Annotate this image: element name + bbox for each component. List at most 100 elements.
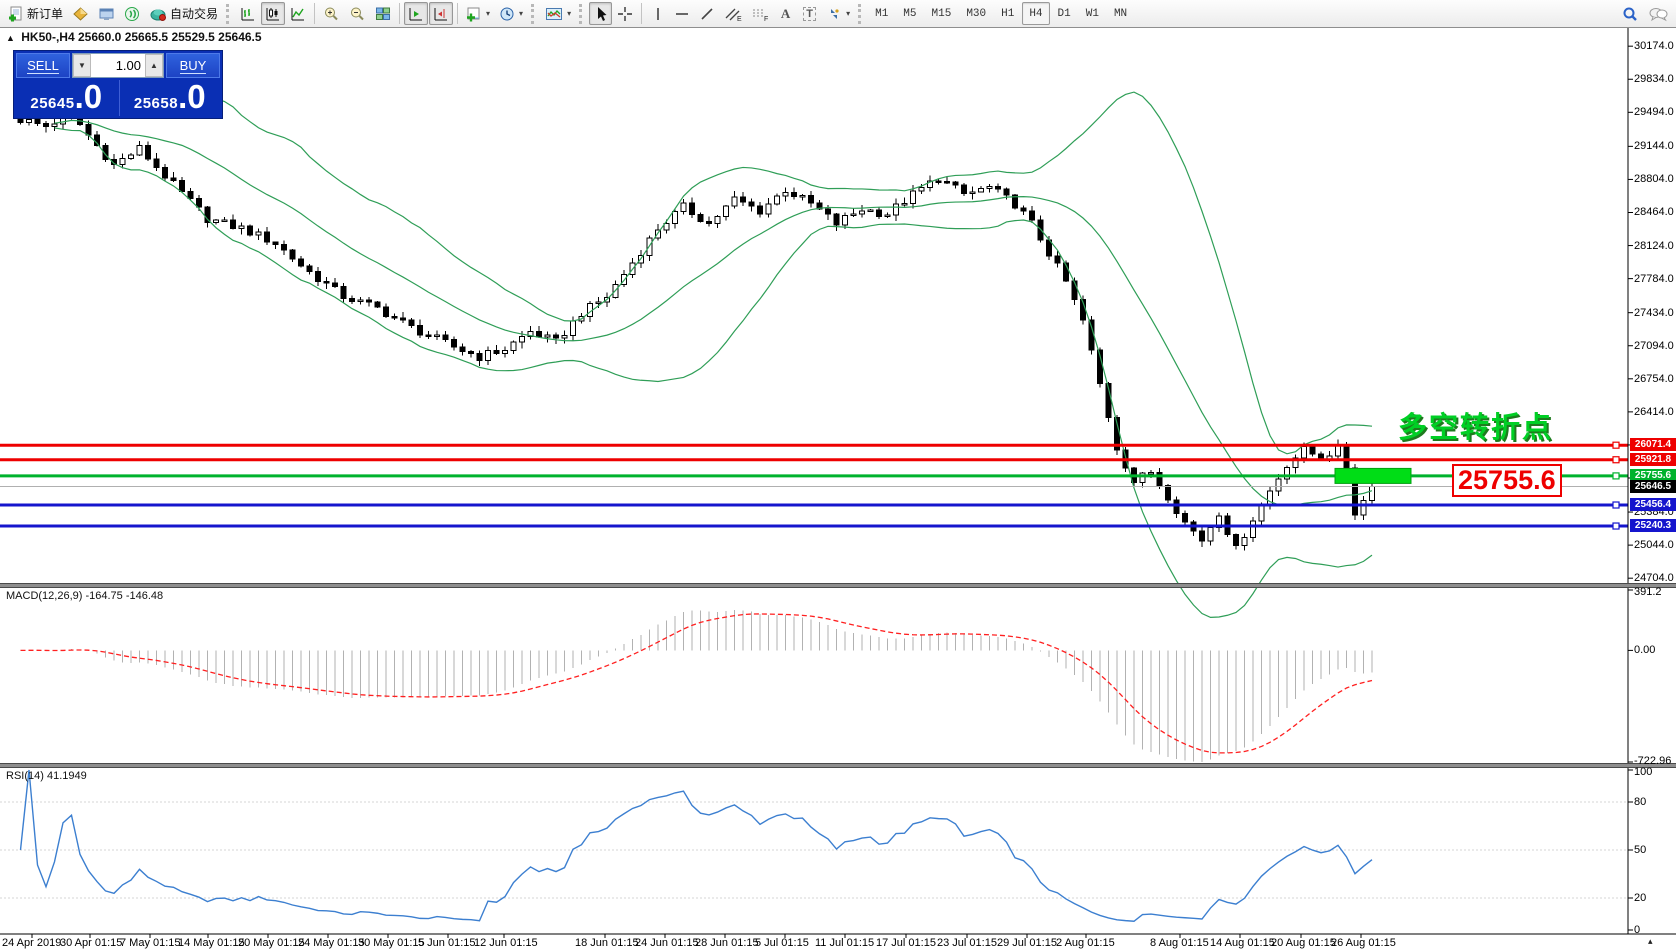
sell-price: 25645 [30, 95, 75, 112]
auto-scroll-button[interactable] [404, 2, 429, 25]
price-tick-label: 26754.0 [1634, 372, 1674, 385]
time-axis-label: 30 Apr 01:15 [60, 937, 123, 949]
time-axis-label: 14 May 01:15 [178, 937, 245, 949]
timeframe-mn-button[interactable]: MN [1107, 2, 1134, 25]
price-tick-label: 28464.0 [1634, 206, 1674, 219]
price-level-badge: 25921.8 [1630, 452, 1676, 466]
buy-price: 25658 [133, 95, 179, 112]
crosshair-button[interactable] [613, 2, 637, 25]
new-order-button[interactable]: 新订单 [4, 2, 67, 25]
toolbar-drag-handle[interactable] [858, 3, 864, 24]
toolbar-drag-handle[interactable] [226, 3, 232, 24]
arrows-tool-icon [831, 8, 839, 19]
macd-label: MACD(12,26,9) -164.75 -146.48 [6, 590, 164, 602]
time-axis-label: 7 May 01:15 [120, 937, 181, 949]
timeframe-w1-button[interactable]: W1 [1079, 2, 1106, 25]
text-tool-button[interactable]: A [774, 2, 797, 25]
chart-shift-icon [434, 7, 448, 20]
macd-value: -164.75 [85, 590, 123, 602]
chart-title: ▲ HK50-,H4 25660.0 25665.5 25529.5 25646… [6, 30, 262, 44]
crosshair-icon [618, 6, 633, 21]
fibonacci-button[interactable]: F [747, 2, 773, 25]
candlestick-icon [266, 7, 280, 20]
sell-price-display[interactable]: 25645.0 [16, 80, 117, 116]
search-button[interactable] [1618, 2, 1643, 25]
trendline-button[interactable] [695, 2, 719, 25]
chat-button[interactable] [1644, 2, 1672, 25]
level-line-handle[interactable] [1612, 522, 1620, 530]
autotrading-button[interactable]: 自动交易 [146, 2, 222, 25]
time-axis-label: 14 Aug 01:15 [1210, 937, 1275, 949]
level-line-handle[interactable] [1612, 456, 1620, 464]
pane-divider[interactable] [0, 763, 1676, 768]
horizontal-line-button[interactable] [670, 2, 694, 25]
toolbar-drag-handle[interactable] [531, 3, 537, 24]
cursor-button[interactable] [589, 2, 613, 25]
dropdown-arrow-icon: ▾ [846, 9, 851, 18]
horizontal-line-icon [676, 12, 689, 15]
timeframe-h1-button[interactable]: H1 [994, 2, 1021, 25]
tile-windows-icon [376, 7, 391, 20]
signals-icon [125, 6, 140, 21]
zoom-out-button[interactable] [345, 2, 370, 25]
time-axis-label: 18 Jun 01:15 [575, 937, 639, 949]
arrows-tool-button[interactable]: ▾ [822, 2, 854, 25]
sell-button[interactable]: SELL [16, 53, 70, 78]
time-axis-label: 20 May 01:15 [238, 937, 305, 949]
pane-divider[interactable] [0, 583, 1676, 588]
rsi-tick-label: 50 [1634, 844, 1647, 856]
indicator-list-button[interactable]: ▾ [541, 2, 575, 25]
add-indicator-icon [467, 7, 480, 21]
signals-button[interactable] [120, 2, 145, 25]
price-tick-label: 27784.0 [1634, 272, 1674, 285]
symbols-button[interactable] [68, 2, 93, 25]
add-indicator-button[interactable]: ▾ [462, 2, 494, 25]
chart-shift-button[interactable] [429, 2, 454, 25]
label-tool-button[interactable]: T [798, 2, 821, 25]
time-axis-label: 20 Aug 01:15 [1271, 937, 1336, 949]
zoom-in-button[interactable] [319, 2, 344, 25]
timeframe-m1-button[interactable]: M1 [868, 2, 895, 25]
volume-input[interactable] [91, 54, 145, 77]
vertical-line-button[interactable] [646, 2, 669, 25]
periods-button[interactable]: ▾ [495, 2, 527, 25]
search-icon [1623, 7, 1637, 21]
price-tick-label: 27094.0 [1634, 339, 1674, 352]
chart-annotation-text[interactable]: 多空转折点 [1398, 404, 1553, 446]
dropdown-arrow-icon: ▾ [486, 9, 491, 18]
toolbar-separator [399, 3, 401, 24]
bar-chart-button[interactable] [236, 2, 260, 25]
volume-decrease-button[interactable]: ▼ [73, 54, 91, 77]
level-line-handle[interactable] [1612, 472, 1620, 480]
terminal-window: 新订单 自动交易 ▾ ▾ ▾ E F A T ▾ M1 M5 M15 M30 H… [0, 0, 1676, 951]
time-axis-label: 24 May 01:15 [298, 937, 365, 949]
price-tick-label: 29144.0 [1634, 140, 1674, 153]
ohlc-close: 25646.5 [218, 30, 262, 44]
timeframe-m5-button[interactable]: M5 [896, 2, 923, 25]
timeframe-d1-button[interactable]: D1 [1051, 2, 1078, 25]
chart-window-button[interactable] [94, 2, 119, 25]
indicator-list-icon [546, 7, 563, 20]
time-axis-label: 8 Aug 01:15 [1150, 937, 1209, 949]
price-tick-label: 26414.0 [1634, 405, 1674, 418]
timeframe-m30-button[interactable]: M30 [959, 2, 993, 25]
tile-windows-button[interactable] [371, 2, 395, 25]
buy-price-display[interactable]: 25658.0 [118, 80, 220, 116]
highlight-rectangle[interactable] [1334, 467, 1412, 484]
trendline-icon [701, 7, 713, 20]
price-level-badge: 26071.4 [1630, 438, 1676, 452]
equidistant-channel-button[interactable]: E [720, 2, 746, 25]
toolbar-drag-handle[interactable] [579, 3, 585, 24]
timeframe-h4-button[interactable]: H4 [1022, 2, 1050, 25]
level-line-handle[interactable] [1612, 441, 1620, 449]
collapse-arrow-icon[interactable]: ▲ [6, 33, 15, 43]
volume-increase-button[interactable]: ▲ [145, 54, 163, 77]
candlestick-button[interactable] [261, 2, 286, 25]
buy-button[interactable]: BUY [166, 53, 220, 78]
line-chart-button[interactable] [286, 2, 310, 25]
level-line-handle[interactable] [1612, 501, 1620, 509]
timeframe-m15-button[interactable]: M15 [925, 2, 959, 25]
candles [17, 107, 1375, 551]
price-tick-label: 24704.0 [1634, 572, 1674, 585]
price-callout-label[interactable]: 25755.6 [1452, 464, 1562, 497]
